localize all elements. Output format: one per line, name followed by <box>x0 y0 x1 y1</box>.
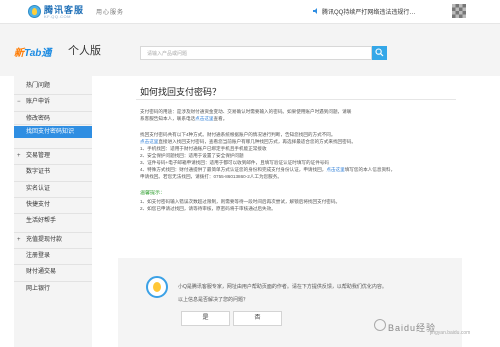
sidebar-item[interactable]: 生活好帮手 <box>14 215 92 227</box>
tip-item: 1、如支付密码输入错误次数超过限制，则需要等待一段时间后再次尝试，解锁后将找回支… <box>140 199 341 204</box>
list-item: 1、手机找回：适用于财付通账户已绑定手机且手机能正常接收 <box>140 146 267 151</box>
article-title: 如何找回支付密码？ <box>140 87 222 97</box>
notice-link[interactable]: 腾讯QQ持续严打网络违法违规行… <box>322 7 415 16</box>
sidebar-divider <box>14 232 92 233</box>
section-logo[interactable]: 新Tab通 <box>14 44 51 59</box>
sidebar-divider <box>14 264 92 265</box>
section-title: 个人版 <box>68 45 101 57</box>
sidebar-item[interactable]: 快捷支付 <box>14 199 92 211</box>
sidebar-item[interactable]: 财付通交易 <box>14 266 92 278</box>
article-paragraph: 找回支付密码共有以下4种方式。财付通系统根据账户的情况进行判断，告知您找回的方式… <box>140 132 336 137</box>
paragraph-text: 查看。 <box>213 116 228 121</box>
sidebar-divider <box>14 94 92 95</box>
tencent-kefu-logo[interactable]: 腾讯客服 KF.QQ.COM <box>28 3 84 21</box>
penguin-icon <box>28 5 41 18</box>
article-paragraph: 支付密码的用途：是涉及财付通资金变动、交易确认时需要输入的密码。如果使用账户时遇… <box>140 109 352 114</box>
article-paragraph: 系客服告知本人，联系电话点击这里查看。 <box>140 115 458 122</box>
feedback-question: 以上信息是否解决了您的问题？ <box>178 297 249 303</box>
feedback-intro: 小Q是腾讯客服专家，网址由用户帮助页面的作者。请在下方提供反馈，以帮助我们优化内… <box>178 284 387 290</box>
sidebar-item[interactable]: 账户申诉 <box>14 96 92 108</box>
sidebar-divider <box>14 197 92 198</box>
section-logo-b: Tab通 <box>24 48 52 59</box>
tips-heading: 温馨提示： <box>140 190 166 196</box>
list-item: 3、证件号码+电子邮箱申请找回：适用于都可以收到邮件，且填写验证认证时填写的证件… <box>140 160 329 165</box>
paragraph-text: 直接进入找回支付密码，查看您当前账户有哪几种找回方式，再选择最适合您的方式来找回… <box>158 139 356 144</box>
list-item: 申请找回。若您无法找回，请拨打：0755-86013860-2人工为您服务。 <box>140 174 282 179</box>
yes-button[interactable]: 是 <box>181 311 230 326</box>
sidebar-divider <box>14 164 92 165</box>
sidebar-divider <box>14 213 92 214</box>
list-item: 4、特殊方式找回：财付通提供了最简单方式认证您的身份和完成支付身份认证，申请找回… <box>140 166 458 173</box>
sidebar-item[interactable]: 充值提现付款 <box>14 234 92 246</box>
paragraph-text: 填写您的本人信息资料， <box>344 167 396 172</box>
speaker-icon <box>313 8 317 14</box>
sidebar-item[interactable]: 网上银行 <box>14 283 92 295</box>
user-avatar[interactable] <box>452 4 466 18</box>
sidebar-item[interactable]: 交易管理 <box>14 150 92 162</box>
search-icon <box>375 48 384 57</box>
watermark-icon <box>374 319 386 331</box>
watermark-text: Baidu经验 <box>388 323 437 333</box>
title-divider <box>136 99 456 100</box>
watermark-url: jingyan.baidu.com <box>430 330 471 336</box>
paragraph-text: 系客服告知本人，联系电话 <box>140 116 196 121</box>
special-recover-link[interactable]: 点击这里 <box>326 167 344 172</box>
search-button[interactable] <box>372 46 387 60</box>
sidebar-item[interactable]: 注册登录 <box>14 250 92 262</box>
sidebar-item[interactable]: 实名认证 <box>14 183 92 195</box>
no-button[interactable]: 否 <box>233 311 282 326</box>
sidebar-divider <box>14 124 92 125</box>
sidebar-divider <box>14 281 92 282</box>
brand-slogan: 用心服务 <box>96 10 125 16</box>
sidebar-item[interactable]: 热门问题 <box>14 80 92 92</box>
recover-link[interactable]: 点击这里 <box>140 139 158 144</box>
article-paragraph: 点击这里直接进入找回支付密码，查看您当前账户有哪几种找回方式，再选择最适合您的方… <box>140 138 458 145</box>
search-input[interactable]: 请输入产品或问题 <box>140 46 372 60</box>
sidebar-divider <box>14 181 92 182</box>
sidebar-divider <box>14 148 92 149</box>
paragraph-text: 4、特殊方式找回：财付通提供了最简单方式认证您的身份和完成支付身份认证，申请找回… <box>140 167 327 172</box>
sidebar-divider <box>14 248 92 249</box>
list-item: 2、安全保护问题找回：适用于设置了安全保护问题 <box>140 153 244 158</box>
contact-link[interactable]: 点击这里 <box>195 116 213 121</box>
logo-subtext: KF.QQ.COM <box>44 14 71 19</box>
qq-mascot-icon <box>146 276 168 298</box>
sidebar-divider <box>14 111 92 112</box>
sidebar-item[interactable]: 找回支付密码知识 <box>14 126 92 138</box>
top-bar: 腾讯客服 KF.QQ.COM 用心服务 腾讯QQ持续严打网络违法违规行… <box>0 0 500 24</box>
section-logo-a: 新 <box>14 48 24 59</box>
tip-item: 2、如您已申请过找回，请等待审核，原密码将于审核通过后失效。 <box>140 206 276 211</box>
sidebar-item[interactable]: 数字证书 <box>14 166 92 178</box>
